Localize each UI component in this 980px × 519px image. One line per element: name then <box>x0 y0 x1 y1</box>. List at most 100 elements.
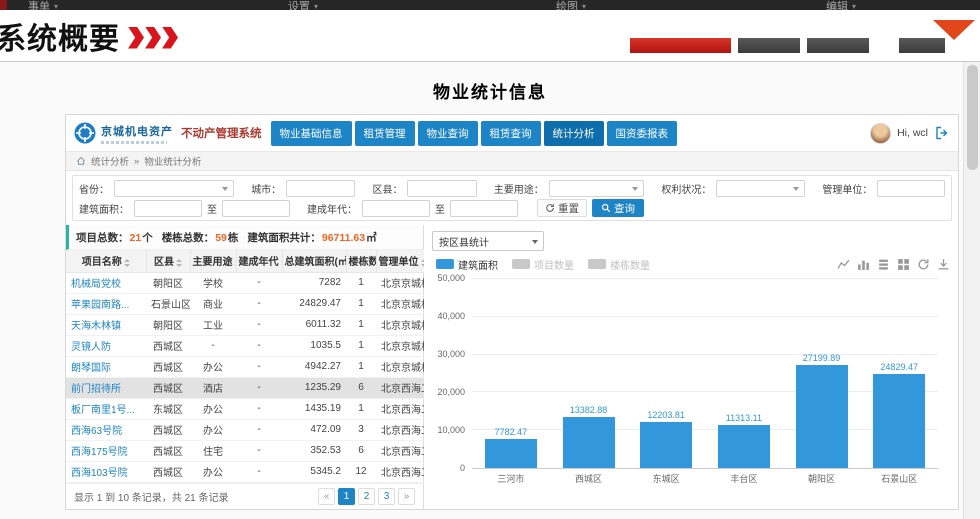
nav-tab[interactable]: 物业查询 <box>418 121 478 146</box>
toolbar-menu[interactable]: 绘图▾ <box>556 0 586 10</box>
bar[interactable] <box>485 439 537 468</box>
x-axis: 三河市西城区东城区丰台区朝阳区石景山区 <box>472 469 938 485</box>
legend-swatch-icon <box>512 259 530 269</box>
pager-next[interactable]: » <box>398 488 415 505</box>
city-input[interactable] <box>286 180 355 197</box>
plot: 7782.4713382.8812203.8111313.1127199.892… <box>472 279 938 469</box>
bar[interactable] <box>718 425 770 468</box>
area-min-input[interactable] <box>134 200 202 217</box>
nav-tab[interactable]: 国资委报表 <box>607 121 678 146</box>
project-link[interactable]: 西海103号院 <box>71 468 128 479</box>
project-link[interactable]: 天海木林镇 <box>71 321 121 332</box>
banner-red-bar <box>630 38 731 53</box>
pagination-bar: 显示 1 到 10 条记录，共 21 条记录 «123» <box>66 483 423 510</box>
year-min-input[interactable] <box>362 200 430 217</box>
banner-gray-bar-2 <box>807 38 869 53</box>
bar-slot: 24829.47 <box>860 279 938 468</box>
logout-icon[interactable] <box>934 125 950 141</box>
bar-chart-icon[interactable] <box>857 258 870 271</box>
brand-logo-icon <box>74 122 96 144</box>
bar[interactable] <box>563 417 615 468</box>
column-header[interactable]: 总建筑面积(㎡) <box>282 250 346 272</box>
project-link[interactable]: 西海175号院 <box>71 447 128 458</box>
bar-value-label: 24829.47 <box>850 362 948 372</box>
column-header[interactable]: 建成年代 <box>236 250 282 272</box>
mgmt-unit-input[interactable] <box>877 180 945 197</box>
reset-button[interactable]: 重置 <box>537 199 587 217</box>
chart-legend: 建筑面积项目数量楼栋数量 <box>436 257 650 272</box>
area-label: 建筑面积： <box>79 201 129 216</box>
table-row[interactable]: 灵镜人防西城区--1035.51北京京城机 <box>66 335 424 356</box>
page-scrollbar[interactable] <box>963 62 980 519</box>
project-count: 21 <box>130 232 142 244</box>
rights-select[interactable] <box>716 180 805 197</box>
project-link[interactable]: 灵镜人防 <box>71 342 111 353</box>
table-row[interactable]: 苹果园南路...石景山区商业-24829.471北京京城机 <box>66 293 424 314</box>
pager-page[interactable]: 3 <box>378 488 395 505</box>
bar[interactable] <box>640 422 692 468</box>
pager-page[interactable]: 1 <box>338 488 355 505</box>
year-max-input[interactable] <box>450 200 518 217</box>
download-icon[interactable] <box>937 258 950 271</box>
x-axis-label: 石景山区 <box>860 469 938 485</box>
table-row[interactable]: 西海175号院西城区住宅-352.536北京西海工 <box>66 440 424 461</box>
table-row[interactable]: 西海103号院西城区办公-5345.212北京西海工 <box>66 461 424 482</box>
toolbar-menu[interactable]: 事单▾ <box>28 0 58 10</box>
district-input[interactable] <box>407 180 476 197</box>
nav-tab[interactable]: 物业基础信息 <box>271 121 352 146</box>
column-header[interactable]: 主要用途 <box>190 250 236 272</box>
scrollbar-thumb[interactable] <box>967 65 978 170</box>
pager-prev[interactable]: « <box>318 488 335 505</box>
table-row[interactable]: 西海63号院西城区办公-472.093北京西海工 <box>66 419 424 440</box>
app-window: 京城机电资产 不动产管理系统 物业基础信息租赁管理物业查询租赁查询统计分析国资委… <box>65 114 959 510</box>
refresh-icon <box>545 203 555 213</box>
table-row[interactable]: 天海木林镇朝阳区工业-6011.321北京京城机 <box>66 314 424 335</box>
tiled-icon[interactable] <box>897 258 910 271</box>
top-toolbar: 事单▾ 设置▾ 绘图▾ 编辑▾ <box>0 0 980 10</box>
project-link[interactable]: 机械局党校 <box>71 279 121 290</box>
table-row[interactable]: 板厂南里1号...东城区办公-1435.191北京西海工 <box>66 398 424 419</box>
column-header[interactable]: 楼栋数 <box>346 250 376 272</box>
bar[interactable] <box>873 374 925 468</box>
x-axis-label: 朝阳区 <box>783 469 861 485</box>
bar-slot: 11313.11 <box>705 279 783 468</box>
home-icon[interactable] <box>76 156 86 166</box>
nav-tab[interactable]: 统计分析 <box>544 121 604 146</box>
pager-page[interactable]: 2 <box>358 488 375 505</box>
column-header[interactable]: 管理单位 <box>376 250 424 272</box>
line-chart-icon[interactable] <box>837 258 850 271</box>
table-row[interactable]: 前门招待所西城区酒店-1235.296北京西海工 <box>66 377 424 398</box>
legend-item[interactable]: 建筑面积 <box>436 257 498 272</box>
table-row[interactable]: 朗琴国际西城区办公-4942.271北京京城机 <box>66 356 424 377</box>
toolbar-menu[interactable]: 编辑▾ <box>826 0 856 10</box>
avatar[interactable] <box>870 123 891 144</box>
restore-icon[interactable] <box>917 258 930 271</box>
project-link[interactable]: 板厂南里1号... <box>71 405 135 416</box>
bar[interactable] <box>796 365 848 468</box>
nav-tab[interactable]: 租赁管理 <box>355 121 415 146</box>
query-button[interactable]: 查询 <box>592 199 644 217</box>
area-max-input[interactable] <box>222 200 290 217</box>
legend-item[interactable]: 项目数量 <box>512 257 574 272</box>
bar-chart: 010,00020,00030,00040,00050,000 7782.471… <box>432 279 950 469</box>
column-header[interactable]: 项目名称 <box>66 250 146 272</box>
legend-item[interactable]: 楼栋数量 <box>588 257 650 272</box>
toolbar-menu[interactable]: 设置▾ <box>288 0 318 10</box>
column-header[interactable]: 区县 <box>146 250 190 272</box>
project-link[interactable]: 朗琴国际 <box>71 363 111 374</box>
banner: 系统概要 <box>0 10 980 62</box>
breadcrumb-separator: » <box>134 156 139 167</box>
stack-icon[interactable] <box>877 258 890 271</box>
province-select[interactable] <box>114 180 234 197</box>
project-link[interactable]: 前门招待所 <box>71 384 121 395</box>
breadcrumb-page: 物业统计分析 <box>144 154 201 168</box>
table-row[interactable]: 机械局党校朝阳区学校-72821北京京城机 <box>66 272 424 293</box>
pager: «123» <box>318 488 415 505</box>
nav-tab[interactable]: 租赁查询 <box>481 121 541 146</box>
project-link[interactable]: 苹果园南路... <box>71 300 129 311</box>
banner-triangle-icon <box>933 20 975 40</box>
main-use-select[interactable] <box>549 180 645 197</box>
group-by-select[interactable]: 按区县统计 <box>432 231 544 251</box>
project-link[interactable]: 西海63号院 <box>71 426 122 437</box>
breadcrumb-section[interactable]: 统计分析 <box>91 154 129 168</box>
